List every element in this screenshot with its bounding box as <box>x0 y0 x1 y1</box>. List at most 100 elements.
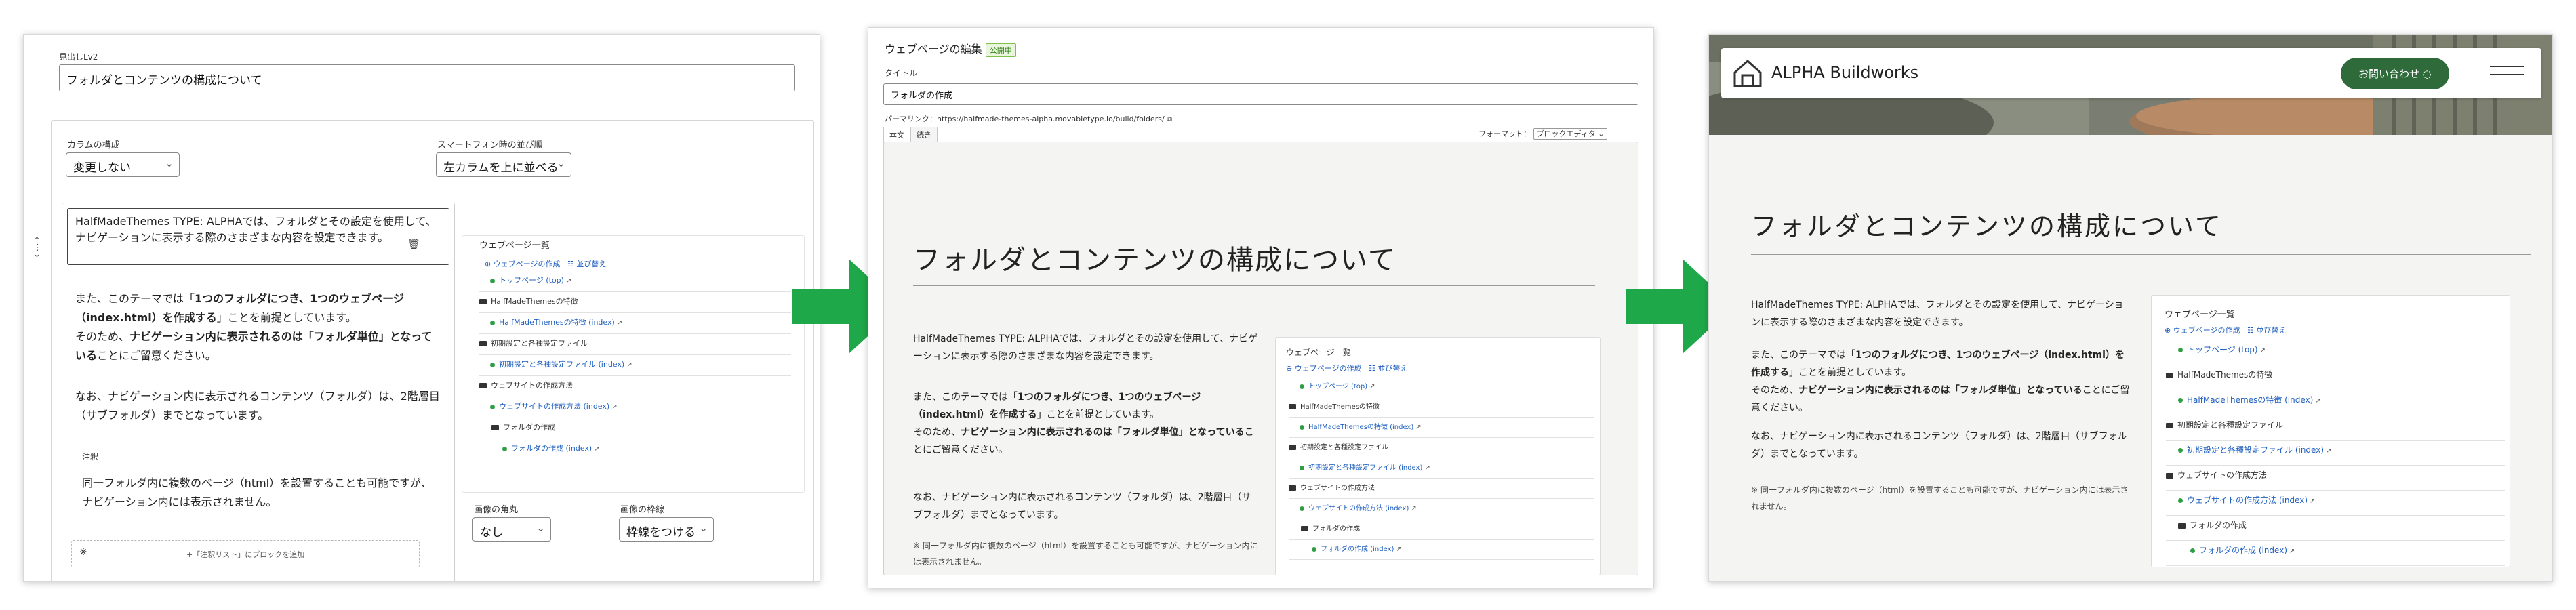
site-heading-underline <box>1751 254 2531 255</box>
nav-page-item[interactable]: トップページ (top) ↗ <box>2178 344 2266 355</box>
note-mark: ※ <box>79 547 87 558</box>
chevron-down-icon: ⌄ <box>536 522 545 534</box>
permalink-link[interactable]: https://halfmade-themes-alpha.movabletyp… <box>937 115 1165 123</box>
folder-icon <box>479 341 487 346</box>
nav-page-item[interactable]: ウェブサイトの作成方法 (index) ↗ <box>2178 494 2315 506</box>
external-link-icon[interactable]: ↗ <box>1424 464 1430 472</box>
column-layout-select[interactable]: 変更しない ⌄ <box>66 152 180 177</box>
nav-folder-item: ウェブサイトの作成方法 <box>479 380 573 390</box>
nav-item-label: トップページ (top) <box>499 276 564 285</box>
folder-icon <box>1289 445 1296 450</box>
page-dot-icon <box>502 446 507 451</box>
external-link-icon[interactable]: ↗ <box>1396 546 1401 553</box>
external-link-icon[interactable]: ↗ <box>617 319 622 327</box>
external-link-icon[interactable]: ↗ <box>626 361 632 369</box>
external-link-icon[interactable]: ↗ <box>2310 497 2315 505</box>
paragraph-2: また、このテーマでは「1つのフォルダにつき、1つのウェブページ（index.ht… <box>75 292 432 362</box>
nav-folder-item: フォルダの作成 <box>1301 523 1360 533</box>
image-border-select[interactable]: 枠線をつける ⌄ <box>619 517 714 542</box>
nav-item-label: フォルダの作成 (index) <box>511 444 592 453</box>
site-paragraph-1: HalfMadeThemes TYPE: ALPHAでは、フォルダとその設定を使… <box>1751 300 2124 328</box>
nav-row-divider <box>479 354 791 355</box>
nav-page-item[interactable]: ウェブサイトの作成方法 (index) ↗ <box>1300 502 1417 512</box>
nav-page-item[interactable]: トップページ (top) ↗ <box>490 274 571 285</box>
move-handle-icon[interactable]: ⌃ ⋮ ⌄ <box>33 237 42 259</box>
add-note-block-button[interactable]: +「注釈リスト」にブロックを追加 <box>186 549 304 560</box>
reorder-link[interactable]: 並び替え <box>576 260 606 268</box>
nav-row-divider <box>1289 498 1594 499</box>
trash-icon[interactable]: 🗑 <box>407 238 420 250</box>
create-webpage-link[interactable]: ウェブページの作成 <box>494 260 561 268</box>
nav-folder-item: 初期設定と各種設定ファイル <box>2166 419 2283 430</box>
content-heading: フォルダとコンテンツの構成について <box>913 245 1396 276</box>
house-logo-icon[interactable] <box>1732 58 1763 89</box>
nav-item-label: ウェブサイトの作成方法 <box>2177 470 2268 480</box>
nav-item-label: 初期設定と各種設定ファイル <box>1300 444 1388 451</box>
nav-item-label: フォルダの作成 <box>503 423 555 432</box>
external-link-icon[interactable]: ↗ <box>2289 548 2295 555</box>
smartphone-order-select[interactable]: 左カラムを上に並べる ⌄ <box>436 152 571 177</box>
nav-folder-item: ウェブサイトの作成方法 <box>2166 469 2267 481</box>
nav-page-item[interactable]: ウェブサイトの作成方法 (index) ↗ <box>490 401 618 411</box>
nav-page-item[interactable]: HalfMadeThemesの特徴 (index) ↗ <box>490 317 622 327</box>
nav-page-item[interactable]: 初期設定と各種設定ファイル (index) ↗ <box>2178 444 2331 455</box>
note-label: 注釈 <box>82 452 99 462</box>
nav-folder-item: HalfMadeThemesの特徴 <box>479 296 578 306</box>
nav-page-item[interactable]: フォルダの作成 (index) ↗ <box>2190 544 2295 556</box>
external-link-icon[interactable]: ↗ <box>2326 447 2331 455</box>
chevron-down-icon: ⌄ <box>165 157 174 169</box>
note-text: 同一フォルダ内に複数のページ（html）を設置することも可能ですが、ナビゲーショ… <box>82 476 432 508</box>
status-badge: 公開中 <box>985 43 1016 57</box>
nav-row-divider <box>1289 559 1594 560</box>
heading-input[interactable]: フォルダとコンテンツの構成について <box>59 64 795 92</box>
nav-item-label: HalfMadeThemesの特徴 (index) <box>1308 424 1414 431</box>
nav-row-divider <box>479 291 791 292</box>
tab-more[interactable]: 続き <box>910 127 938 143</box>
folder-icon <box>479 299 487 304</box>
nav-item-label: ウェブサイトの作成方法 (index) <box>499 402 610 411</box>
site-brand[interactable]: ALPHA Buildworks <box>1771 63 1918 82</box>
copy-icon[interactable]: ⧉ <box>1167 115 1172 123</box>
content-note: ※ 同一フォルダ内に複数のページ（html）を設置することも可能ですが、ナビゲー… <box>913 541 1258 567</box>
nav-item-label: HalfMadeThemesの特徴 (index) <box>2187 395 2314 405</box>
chevron-down-icon: ⌄ <box>699 522 708 534</box>
nav-page-item[interactable]: フォルダの作成 (index) ↗ <box>502 443 600 453</box>
nav-list-controls: ⊕ ウェブページの作成 ☷ 並び替え <box>485 260 607 268</box>
image-corner-select[interactable]: なし ⌄ <box>472 517 551 542</box>
external-link-icon[interactable]: ↗ <box>566 277 571 285</box>
nav-page-item[interactable]: HalfMadeThemesの特徴 (index) ↗ <box>1300 421 1422 431</box>
external-link-icon[interactable]: ↗ <box>611 403 617 411</box>
title-input[interactable]: フォルダの作成 <box>883 83 1638 105</box>
external-link-icon[interactable]: ↗ <box>1411 505 1416 512</box>
nav-page-item[interactable]: 初期設定と各種設定ファイル (index) ↗ <box>490 359 632 369</box>
nav-row-divider <box>479 312 791 313</box>
page-dot-icon <box>490 320 495 325</box>
hamburger-menu-icon[interactable] <box>2490 66 2524 75</box>
contact-button[interactable]: お問い合わせ ◌ <box>2341 58 2449 89</box>
paragraph-3: なお、ナビゲーション内に表示されるコンテンツ（フォルダ）は、2階層目（サブフォル… <box>75 390 440 422</box>
format-select[interactable]: ブロックエディタ ⌄ <box>1533 128 1608 140</box>
external-link-icon[interactable]: ↗ <box>1369 383 1375 390</box>
reorder-link-3[interactable]: 並び替え <box>2256 326 2286 335</box>
create-webpage-link-2[interactable]: ウェブページの作成 <box>1295 364 1362 373</box>
nav-row-divider <box>2166 515 2505 516</box>
external-link-icon[interactable]: ↗ <box>594 445 599 453</box>
nav-page-item[interactable]: フォルダの作成 (index) ↗ <box>1312 543 1402 553</box>
external-link-icon[interactable]: ↗ <box>1415 424 1421 431</box>
reorder-link-2[interactable]: 並び替え <box>1377 364 1407 373</box>
tab-body[interactable]: 本文 <box>883 127 910 143</box>
nav-row-divider <box>1289 437 1594 438</box>
create-webpage-link-3[interactable]: ウェブページの作成 <box>2173 326 2240 335</box>
nav-page-item[interactable]: トップページ (top) ↗ <box>1300 380 1375 390</box>
external-link-icon[interactable]: ↗ <box>2315 397 2320 405</box>
nav-item-label: HalfMadeThemesの特徴 <box>491 297 578 306</box>
chat-icon: ◌ <box>2422 68 2432 80</box>
external-link-icon[interactable]: ↗ <box>2260 347 2266 354</box>
nav-page-item[interactable]: 初期設定と各種設定ファイル (index) ↗ <box>1300 462 1430 472</box>
nav-page-item[interactable]: HalfMadeThemesの特徴 (index) ↗ <box>2178 394 2321 405</box>
nav-item-label: ウェブサイトの作成方法 (index) <box>2187 495 2308 505</box>
nav-row-divider <box>479 333 791 334</box>
permalink-row: パーマリンク：https://halfmade-themes-alpha.mov… <box>885 115 1173 123</box>
folder-icon <box>1289 404 1296 409</box>
title-label: タイトル <box>885 68 918 78</box>
